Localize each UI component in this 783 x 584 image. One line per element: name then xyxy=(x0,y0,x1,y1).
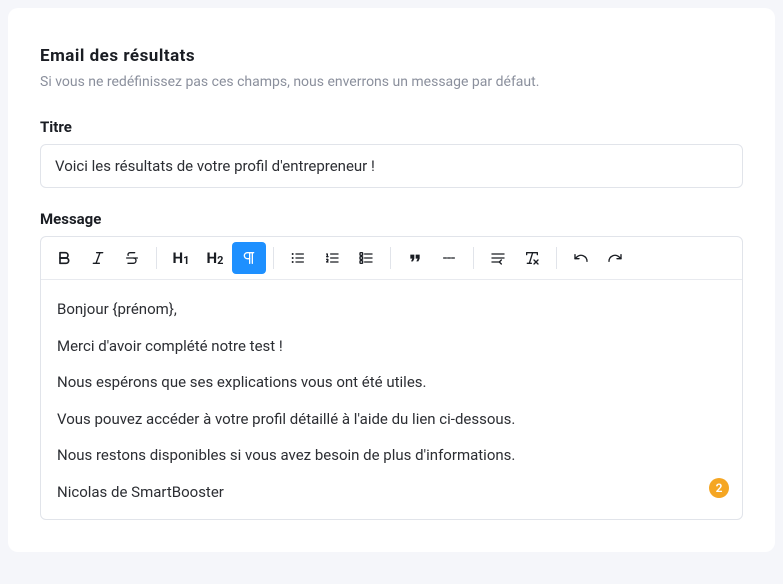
h1-button[interactable]: H1 xyxy=(164,242,198,274)
bold-button[interactable] xyxy=(47,242,81,274)
message-label: Message xyxy=(40,210,743,228)
bullet-list-button[interactable] xyxy=(281,242,315,274)
toolbar-separator xyxy=(556,247,557,269)
toolbar-separator xyxy=(473,247,474,269)
horizontal-rule-button[interactable] xyxy=(432,242,466,274)
h2-button[interactable]: H2 xyxy=(198,242,232,274)
strikethrough-button[interactable] xyxy=(115,242,149,274)
message-body[interactable]: Bonjour {prénom}, Merci d'avoir complété… xyxy=(41,280,742,519)
ordered-list-button[interactable] xyxy=(315,242,349,274)
message-line: Vous pouvez accéder à votre profil détai… xyxy=(57,408,726,431)
editor-toolbar: H1 H2 xyxy=(41,237,742,280)
section-title: Email des résultats xyxy=(40,46,743,66)
toolbar-separator xyxy=(156,247,157,269)
history-group xyxy=(564,242,632,274)
message-line: Nous restons disponibles si vous avez be… xyxy=(57,444,726,467)
toolbar-separator xyxy=(390,247,391,269)
task-list-button[interactable] xyxy=(349,242,383,274)
format-group xyxy=(47,242,149,274)
misc-group xyxy=(481,242,549,274)
italic-button[interactable] xyxy=(81,242,115,274)
toolbar-separator xyxy=(273,247,274,269)
undo-button[interactable] xyxy=(564,242,598,274)
message-line: Bonjour {prénom}, xyxy=(57,298,726,321)
hard-break-button[interactable] xyxy=(481,242,515,274)
insert-group xyxy=(398,242,466,274)
paragraph-button[interactable] xyxy=(232,242,266,274)
redo-button[interactable] xyxy=(598,242,632,274)
message-line: Merci d'avoir complété notre test ! xyxy=(57,335,726,358)
rich-text-editor: H1 H2 xyxy=(40,236,743,520)
section-subtitle: Si vous ne redéfinissez pas ces champs, … xyxy=(40,74,743,90)
notification-badge[interactable]: 2 xyxy=(709,478,729,498)
message-line: Nicolas de SmartBooster xyxy=(57,481,726,504)
email-results-card: Email des résultats Si vous ne redéfinis… xyxy=(8,8,775,552)
message-line: Nous espérons que ses explications vous … xyxy=(57,371,726,394)
titre-label: Titre xyxy=(40,118,743,136)
blockquote-button[interactable] xyxy=(398,242,432,274)
list-group xyxy=(281,242,383,274)
clear-format-button[interactable] xyxy=(515,242,549,274)
titre-input[interactable] xyxy=(40,144,743,188)
heading-group: H1 H2 xyxy=(164,242,266,274)
